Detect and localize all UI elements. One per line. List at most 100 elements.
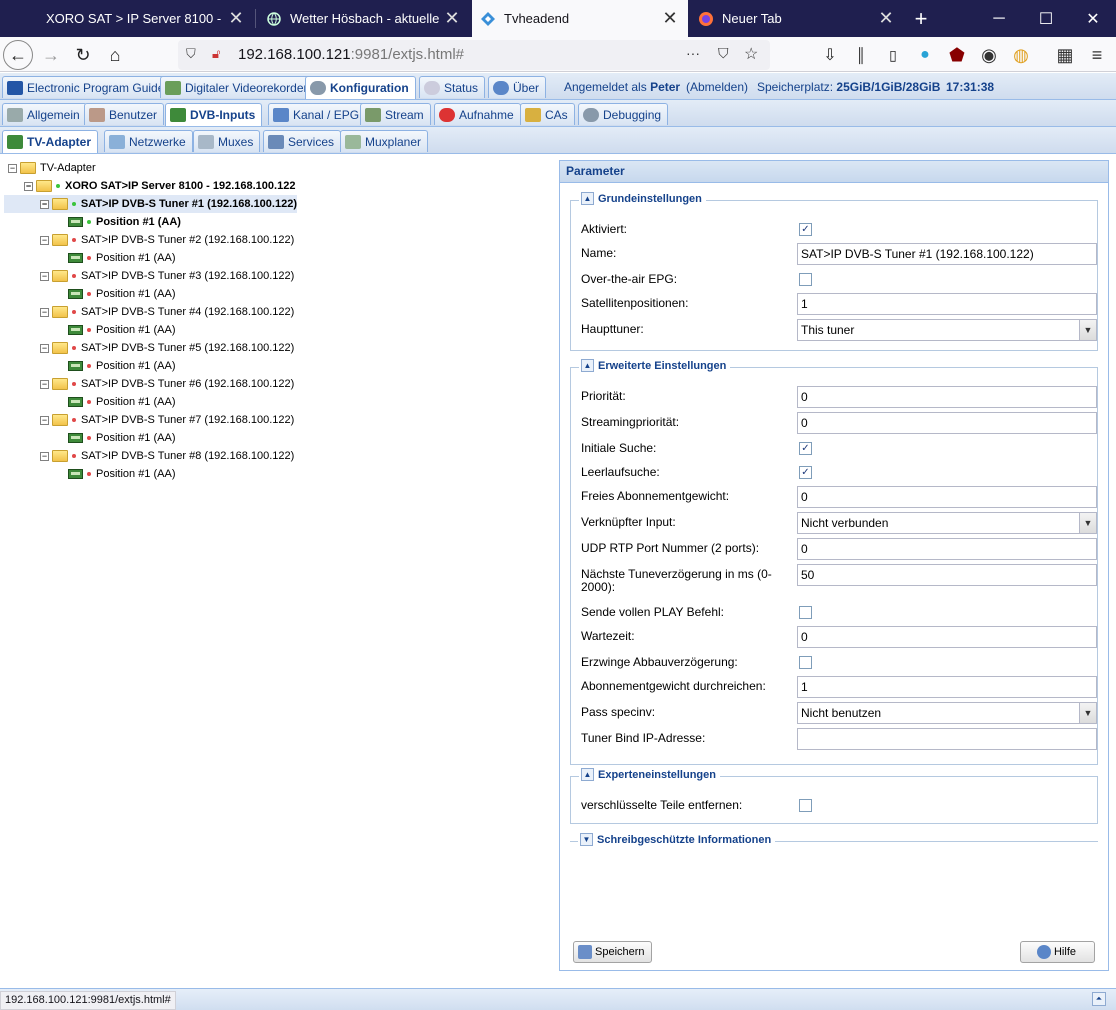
tree-tuner[interactable]: − SAT>IP DVB-S Tuner #1 (192.168.100.122) — [4, 195, 297, 213]
tree-position[interactable]: Position #1 (AA) — [68, 321, 175, 339]
satpos-input[interactable]: 1 — [797, 293, 1097, 315]
library-icon[interactable]: ║ — [846, 40, 876, 70]
collapse-icon[interactable]: − — [40, 235, 49, 245]
maximize-button[interactable]: ☐ — [1023, 0, 1069, 37]
tree-tuner[interactable]: − SAT>IP DVB-S Tuner #2 (192.168.100.122) — [40, 231, 294, 249]
fieldset-legend[interactable]: ▲ Grundeinstellungen — [579, 192, 706, 205]
tree-server[interactable]: − XORO SAT>IP Server 8100 - 192.168.100.1… — [24, 177, 295, 195]
tab-aufnahme[interactable]: Aufnahme — [434, 103, 521, 125]
passweight-input[interactable]: 1 — [797, 676, 1097, 698]
wait-input[interactable]: 0 — [797, 626, 1097, 648]
help-button[interactable]: Hilfe — [1020, 941, 1095, 963]
bindip-input[interactable] — [797, 728, 1097, 750]
tree-position[interactable]: Position #1 (AA) — [68, 465, 175, 483]
tree-position[interactable]: Position #1 (AA) — [68, 213, 181, 231]
collapse-icon[interactable]: ▲ — [581, 359, 594, 372]
pocket-icon[interactable]: ⛉ — [718, 45, 729, 62]
tab-benutzer[interactable]: Benutzer — [84, 103, 165, 125]
browser-tab-xoro[interactable]: XORO SAT > IP Server 8100 - Front ✕ — [0, 0, 254, 37]
collapse-icon[interactable]: − — [40, 379, 49, 389]
collapse-icon[interactable]: − — [40, 199, 49, 209]
browser-tab-tvheadend[interactable]: Tvheadend ✕ — [472, 0, 688, 37]
tab-muxplaner[interactable]: Muxplaner — [340, 130, 429, 152]
fieldset-legend[interactable]: ▼ Schreibgeschützte Informationen — [578, 833, 776, 846]
tree-tuner[interactable]: − SAT>IP DVB-S Tuner #4 (192.168.100.122) — [40, 303, 294, 321]
url-text[interactable]: 192.168.100.121:9981/extjs.html# — [238, 46, 464, 63]
collapse-icon[interactable]: ▲ — [581, 768, 594, 781]
collapse-icon[interactable]: ▲ — [581, 192, 594, 205]
close-icon[interactable]: ✕ — [224, 8, 248, 29]
tree-position[interactable]: Position #1 (AA) — [68, 249, 175, 267]
extensions-icon[interactable]: ▦ — [1050, 40, 1080, 70]
tab-stream[interactable]: Stream — [360, 103, 431, 125]
ublock-icon[interactable]: ⬟ — [942, 40, 972, 70]
tab-allgemein[interactable]: Allgemein — [2, 103, 87, 125]
tab-ueber[interactable]: Über — [488, 76, 547, 98]
tab-services[interactable]: Services — [263, 130, 342, 152]
url-bar[interactable]: ⛉ 🔓︎ 192.168.100.121:9981/extjs.html# ··… — [178, 40, 770, 70]
tree-root[interactable]: − TV-Adapter — [8, 159, 96, 177]
tab-tv-adapter[interactable]: TV-Adapter — [2, 130, 99, 153]
privacy-badger-icon[interactable]: ◉ — [974, 40, 1004, 70]
shield-icon[interactable]: ⛉ — [186, 46, 196, 62]
tab-muxes[interactable]: Muxes — [193, 130, 261, 152]
expand-icon[interactable]: ▼ — [580, 833, 593, 846]
sidebar-icon[interactable]: ▯ — [878, 40, 908, 70]
tree-tuner[interactable]: − SAT>IP DVB-S Tuner #5 (192.168.100.122) — [40, 339, 294, 357]
aktiviert-checkbox[interactable]: ✓ — [799, 223, 812, 236]
downloads-icon[interactable]: ⇩ — [815, 40, 845, 70]
more-actions-icon[interactable]: ··· — [686, 45, 700, 61]
tree-tuner[interactable]: − SAT>IP DVB-S Tuner #8 (192.168.100.122) — [40, 447, 294, 465]
minimize-button[interactable]: ─ — [976, 0, 1022, 37]
chevron-down-icon[interactable]: ▼ — [1079, 703, 1096, 723]
chevron-down-icon[interactable]: ▼ — [1079, 320, 1096, 340]
menu-icon[interactable]: ≡ — [1082, 40, 1112, 70]
close-icon[interactable]: ✕ — [440, 8, 464, 29]
collapse-icon[interactable]: − — [24, 181, 33, 191]
collapse-icon[interactable]: − — [8, 163, 17, 173]
new-tab-button[interactable]: + — [898, 0, 944, 37]
tree-position[interactable]: Position #1 (AA) — [68, 357, 175, 375]
tab-debugging[interactable]: Debugging — [578, 103, 669, 125]
streamprio-input[interactable]: 0 — [797, 412, 1097, 434]
bookmark-star-icon[interactable]: ☆ — [744, 44, 758, 64]
specinv-select[interactable]: Nicht benutzen ▼ — [797, 702, 1097, 724]
insecure-lock-icon[interactable]: 🔓︎ — [212, 46, 220, 62]
tab-epg[interactable]: Electronic Program Guide — [2, 76, 172, 98]
window-close-button[interactable]: ✕ — [1070, 0, 1116, 37]
collapse-icon[interactable]: − — [40, 271, 49, 281]
udp-input[interactable]: 0 — [797, 538, 1097, 560]
tree-tuner[interactable]: − SAT>IP DVB-S Tuner #3 (192.168.100.122) — [40, 267, 294, 285]
initial-checkbox[interactable]: ✓ — [799, 442, 812, 455]
back-button[interactable]: ← — [3, 40, 33, 70]
ghostery-icon[interactable]: ● — [910, 40, 940, 70]
browser-tab-wetter[interactable]: Wetter Hösbach - aktuelle We ✕ — [256, 0, 470, 37]
tab-cas[interactable]: CAs — [520, 103, 575, 125]
tab-kanal-epg[interactable]: Kanal / EPG — [268, 103, 367, 125]
close-icon[interactable]: ✕ — [874, 8, 898, 29]
close-icon[interactable]: ✕ — [658, 8, 682, 29]
expand-up-icon[interactable]: ⏶ — [1092, 992, 1106, 1006]
tab-konfiguration[interactable]: Konfiguration — [305, 76, 416, 99]
collapse-icon[interactable]: − — [40, 451, 49, 461]
home-icon[interactable]: ⌂ — [100, 40, 130, 70]
name-input[interactable]: SAT>IP DVB-S Tuner #1 (192.168.100.122) — [797, 243, 1097, 265]
tree-position[interactable]: Position #1 (AA) — [68, 285, 175, 303]
tab-dvb-inputs[interactable]: DVB-Inputs — [165, 103, 263, 126]
prio-input[interactable]: 0 — [797, 386, 1097, 408]
haupttuner-select[interactable]: This tuner ▼ — [797, 319, 1097, 341]
collapse-icon[interactable]: − — [40, 343, 49, 353]
tunedelay-input[interactable]: 50 — [797, 564, 1097, 586]
cookie-icon[interactable]: ◍ — [1006, 40, 1036, 70]
epg-checkbox[interactable] — [799, 273, 812, 286]
reload-button[interactable]: ↻ — [68, 40, 98, 70]
freeweight-input[interactable]: 0 — [797, 486, 1097, 508]
fieldset-legend[interactable]: ▲ Experteneinstellungen — [579, 768, 720, 781]
tree-tuner[interactable]: − SAT>IP DVB-S Tuner #6 (192.168.100.122) — [40, 375, 294, 393]
browser-tab-new[interactable]: Neuer Tab ✕ — [690, 0, 904, 37]
tab-netzwerke[interactable]: Netzwerke — [104, 130, 193, 152]
tree-position[interactable]: Position #1 (AA) — [68, 429, 175, 447]
strip-checkbox[interactable] — [799, 799, 812, 812]
logout-link[interactable]: (Abmelden) — [686, 80, 748, 94]
collapse-icon[interactable]: − — [40, 307, 49, 317]
